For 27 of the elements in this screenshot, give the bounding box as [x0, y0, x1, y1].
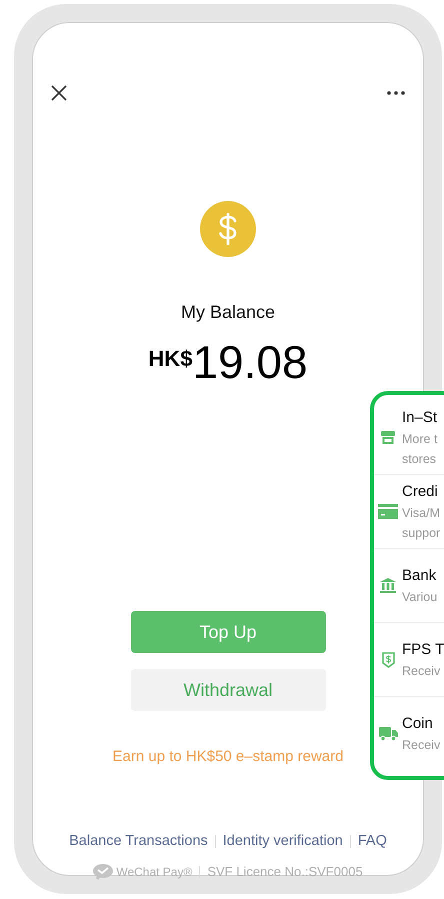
- method-description: Visa/M: [402, 504, 440, 522]
- truck-icon: [378, 726, 398, 740]
- method-title: Bank: [402, 566, 438, 586]
- method-title: In–St: [402, 408, 438, 428]
- method-description: Variou: [402, 588, 438, 606]
- shield-dollar-icon: [382, 652, 394, 668]
- footer-link[interactable]: FAQ: [358, 830, 387, 852]
- footer-link[interactable]: Balance Transactions: [69, 830, 208, 852]
- method-description: suppor: [402, 524, 440, 542]
- method-description: More t: [402, 430, 438, 448]
- brand-name: WeChat Pay®: [116, 864, 192, 881]
- footer-link[interactable]: Identity verification: [222, 830, 343, 852]
- licence-text: SVF Licence No.:SVF0005: [207, 863, 363, 882]
- method-description: Receiv: [402, 736, 440, 754]
- method-title: Credi: [402, 482, 439, 502]
- method-description: Receiv: [402, 662, 442, 680]
- balance-label: My Balance: [180, 301, 276, 324]
- store-icon: [381, 431, 395, 444]
- close-icon[interactable]: [51, 85, 67, 101]
- bank-icon: [380, 578, 396, 593]
- method-title: Coin: [402, 714, 434, 734]
- credit-card-icon: [378, 504, 398, 519]
- method-title: FPS T: [402, 640, 444, 660]
- method-description: stores: [402, 450, 438, 468]
- balance-amount: 19.08: [192, 336, 308, 388]
- more-icon[interactable]: [387, 91, 405, 95]
- currency-label: HK$: [148, 345, 192, 373]
